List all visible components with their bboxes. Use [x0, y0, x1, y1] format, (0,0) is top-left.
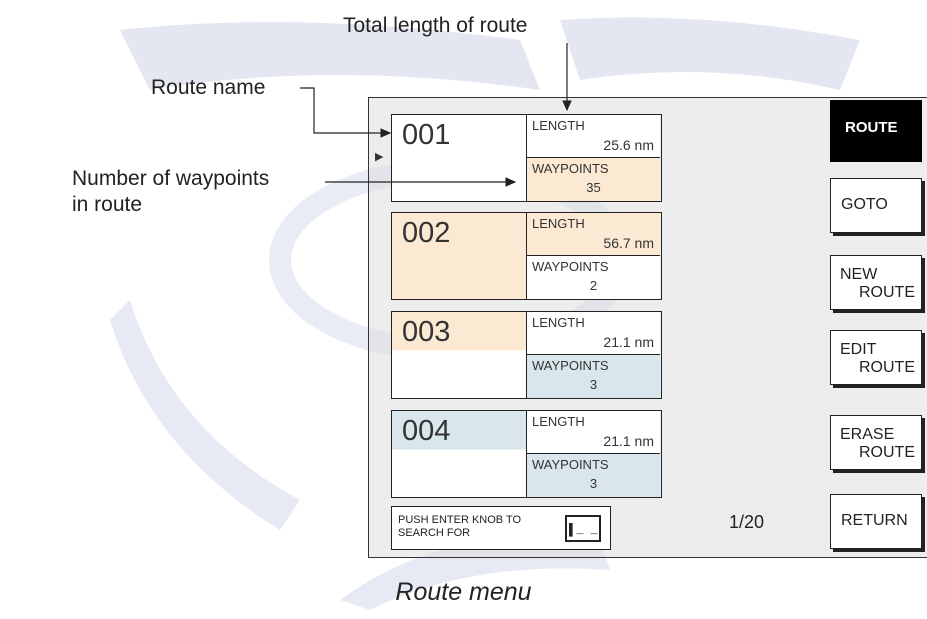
length-label: LENGTH	[532, 315, 585, 330]
route-name-cell: 001	[392, 115, 527, 201]
edit-route-label-1: EDIT	[840, 341, 877, 358]
erase-route-button[interactable]: ERASE ROUTE	[830, 415, 922, 470]
route-menu-screen: 001 LENGTH 25.6 nm WAYPOINTS 35 ▶ 002 LE…	[368, 97, 927, 558]
figure-caption: Route menu	[395, 578, 532, 606]
new-route-button[interactable]: NEW ROUTE	[830, 255, 922, 310]
annotation-waypoints-1: Number of waypoints	[72, 167, 270, 190]
route-name: 002	[402, 217, 451, 249]
length-label: LENGTH	[532, 414, 585, 429]
edit-route-button[interactable]: EDIT ROUTE	[830, 330, 922, 385]
route-name-cell: 002	[392, 213, 527, 299]
route-softkey-label: ROUTE	[845, 119, 898, 136]
length-cell: LENGTH 25.6 nm	[527, 115, 660, 158]
waypoints-label: WAYPOINTS	[532, 457, 609, 472]
waypoints-label: WAYPOINTS	[532, 358, 609, 373]
annotation-total-length: Total length of route	[343, 14, 528, 37]
page-indicator: 1/20	[729, 512, 765, 532]
route-name: 003	[402, 316, 451, 348]
search-prompt-line2: SEARCH FOR	[398, 527, 471, 539]
selection-cursor-icon: ▶	[375, 151, 384, 163]
length-cell: LENGTH 21.1 nm	[527, 312, 660, 355]
route-name-cell: 003	[392, 312, 527, 398]
new-route-label-2: ROUTE	[859, 284, 915, 301]
length-value: 21.1 nm	[603, 334, 654, 350]
length-value: 56.7 nm	[603, 235, 654, 251]
waypoints-cell: WAYPOINTS 3	[527, 454, 660, 497]
goto-button-label: GOTO	[841, 196, 888, 213]
search-prompt: PUSH ENTER KNOB TO SEARCH FOR ▌_ _	[391, 506, 611, 550]
edit-route-label-2: ROUTE	[859, 359, 915, 376]
return-button[interactable]: RETURN	[830, 494, 922, 549]
annotation-waypoints-2: in route	[72, 193, 143, 216]
waypoints-value: 3	[589, 377, 598, 392]
route-name-cell: 004	[392, 411, 527, 497]
waypoints-cell: WAYPOINTS 2	[527, 256, 660, 299]
length-label: LENGTH	[532, 216, 585, 231]
route-row-003[interactable]: 003 LENGTH 21.1 nm WAYPOINTS 3	[391, 311, 662, 399]
length-value: 21.1 nm	[603, 433, 654, 449]
search-input-value: ▌_ _	[569, 523, 598, 537]
route-softkey[interactable]: ROUTE	[830, 100, 922, 162]
return-button-label: RETURN	[841, 512, 908, 529]
erase-route-label-1: ERASE	[840, 426, 895, 443]
search-prompt-line1: PUSH ENTER KNOB TO	[398, 514, 522, 526]
erase-route-label-2: ROUTE	[859, 444, 915, 461]
length-value: 25.6 nm	[603, 137, 654, 153]
route-name: 004	[402, 415, 451, 447]
waypoints-label: WAYPOINTS	[532, 161, 609, 176]
length-cell: LENGTH 56.7 nm	[527, 213, 660, 256]
length-label: LENGTH	[532, 118, 585, 133]
route-row-001[interactable]: 001 LENGTH 25.6 nm WAYPOINTS 35	[391, 114, 662, 202]
route-name: 001	[402, 119, 451, 151]
waypoints-cell: WAYPOINTS 35	[527, 158, 660, 201]
waypoints-value: 2	[589, 278, 598, 293]
goto-button[interactable]: GOTO	[830, 178, 922, 233]
waypoints-cell: WAYPOINTS 3	[527, 355, 660, 398]
route-row-004[interactable]: 004 LENGTH 21.1 nm WAYPOINTS 3	[391, 410, 662, 498]
search-input[interactable]: ▌_ _	[565, 515, 601, 542]
length-cell: LENGTH 21.1 nm	[527, 411, 660, 454]
waypoints-value: 3	[589, 476, 598, 491]
route-row-002[interactable]: 002 LENGTH 56.7 nm WAYPOINTS 2	[391, 212, 662, 300]
waypoints-label: WAYPOINTS	[532, 259, 609, 274]
waypoints-value: 35	[586, 180, 601, 195]
new-route-label-1: NEW	[840, 266, 878, 283]
annotation-route-name: Route name	[151, 76, 266, 99]
